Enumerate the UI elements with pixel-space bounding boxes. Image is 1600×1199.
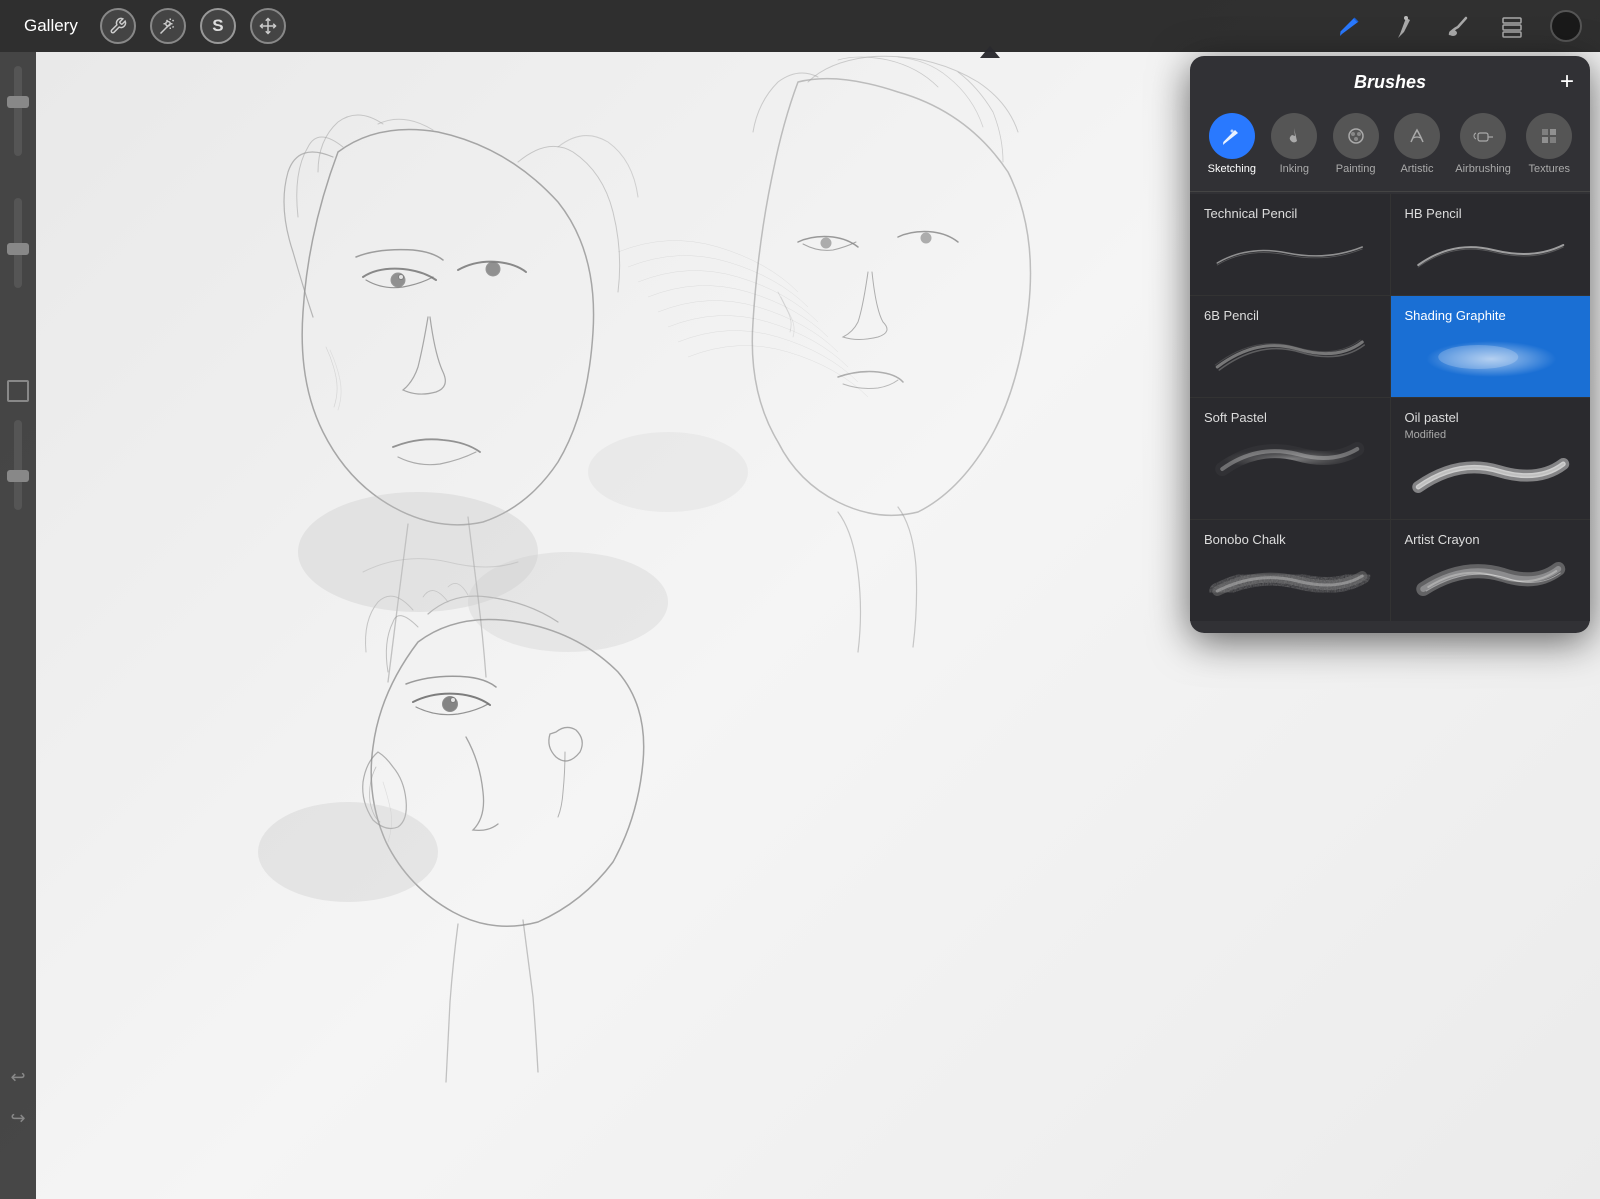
stylus-tool-button[interactable]: [1386, 8, 1422, 44]
pencil-tool-button[interactable]: [1332, 8, 1368, 44]
brush-grid: Technical Pencil HB Pencil 6B Pencil Sha…: [1190, 194, 1590, 621]
tab-inking[interactable]: Inking: [1265, 109, 1323, 179]
toolbar-right: [1332, 8, 1584, 44]
hb-pencil-stroke: [1405, 225, 1577, 280]
6b-pencil-stroke: [1204, 327, 1376, 382]
technical-pencil-stroke: [1204, 225, 1376, 280]
sketching-icon: [1209, 113, 1255, 159]
oil-pastel-stroke: [1405, 449, 1577, 504]
smudge-tool-button[interactable]: S: [200, 8, 236, 44]
tab-textures[interactable]: Textures: [1520, 109, 1578, 179]
textures-icon: [1526, 113, 1572, 159]
left-sidebar: ↩ ↪: [0, 52, 36, 1199]
soft-pastel-stroke: [1204, 429, 1376, 484]
brush-hb-pencil[interactable]: HB Pencil: [1391, 194, 1591, 295]
brush-shading-graphite[interactable]: Shading Graphite: [1391, 296, 1591, 397]
bonobo-chalk-stroke: [1204, 551, 1376, 606]
add-brush-button[interactable]: +: [1560, 70, 1574, 94]
brush-artist-crayon-name: Artist Crayon: [1405, 532, 1577, 547]
category-tabs: Sketching Inking Painting: [1190, 103, 1590, 192]
size-slider-thumb[interactable]: [7, 96, 29, 108]
brush-technical-pencil[interactable]: Technical Pencil: [1190, 194, 1390, 295]
tab-artistic[interactable]: Artistic: [1388, 109, 1446, 179]
transform-tool-button[interactable]: [250, 8, 286, 44]
artistic-label: Artistic: [1400, 163, 1433, 175]
magic-tool-button[interactable]: [150, 8, 186, 44]
undo-button[interactable]: ↩: [10, 1067, 25, 1088]
brush-6b-pencil[interactable]: 6B Pencil: [1190, 296, 1390, 397]
brush-artist-crayon[interactable]: Artist Crayon: [1391, 520, 1591, 621]
brush-6b-pencil-name: 6B Pencil: [1204, 308, 1376, 323]
tab-sketching[interactable]: Sketching: [1202, 109, 1262, 179]
brush-oil-pastel-subtitle: Modified: [1405, 429, 1577, 441]
airbrushing-label: Airbrushing: [1455, 163, 1511, 175]
opacity-slider-thumb[interactable]: [7, 243, 29, 255]
toolbar-left: Gallery S: [16, 8, 286, 44]
tab-airbrushing[interactable]: Airbrushing: [1449, 109, 1517, 179]
top-toolbar: Gallery S: [0, 0, 1600, 52]
shading-graphite-stroke: [1405, 327, 1577, 382]
color-swatch[interactable]: [7, 380, 29, 402]
gallery-button[interactable]: Gallery: [16, 12, 86, 40]
tab-painting[interactable]: Painting: [1327, 109, 1385, 179]
panel-title: Brushes: [1354, 72, 1426, 93]
brush-technical-pencil-name: Technical Pencil: [1204, 206, 1376, 221]
painting-icon: [1333, 113, 1379, 159]
textures-label: Textures: [1528, 163, 1570, 175]
secondary-slider-thumb[interactable]: [7, 470, 29, 482]
layers-button[interactable]: [1494, 8, 1530, 44]
brush-oil-pastel[interactable]: Oil pastel Modified: [1391, 398, 1591, 519]
brush-oil-pastel-name: Oil pastel: [1405, 410, 1577, 425]
size-slider-track[interactable]: [14, 66, 22, 156]
inking-icon: [1271, 113, 1317, 159]
panel-pointer: [980, 46, 1000, 58]
opacity-slider-track[interactable]: [14, 198, 22, 288]
brush-bonobo-chalk-name: Bonobo Chalk: [1204, 532, 1376, 547]
sketching-label: Sketching: [1208, 163, 1256, 175]
brush-soft-pastel[interactable]: Soft Pastel: [1190, 398, 1390, 519]
wrench-tool-button[interactable]: [100, 8, 136, 44]
color-picker-button[interactable]: [1548, 8, 1584, 44]
brush-soft-pastel-name: Soft Pastel: [1204, 410, 1376, 425]
secondary-slider[interactable]: [14, 420, 22, 510]
panel-header: Brushes +: [1190, 56, 1590, 103]
brush-shading-graphite-name: Shading Graphite: [1405, 308, 1577, 323]
artist-crayon-stroke: [1405, 551, 1577, 606]
redo-button[interactable]: ↪: [10, 1108, 25, 1129]
airbrushing-icon: [1460, 113, 1506, 159]
artistic-icon: [1394, 113, 1440, 159]
brush-hb-pencil-name: HB Pencil: [1405, 206, 1577, 221]
brushes-panel: Brushes + Sketching Inking: [1190, 56, 1590, 633]
inking-label: Inking: [1280, 163, 1309, 175]
brush-bonobo-chalk[interactable]: Bonobo Chalk: [1190, 520, 1390, 621]
brush-tool-button[interactable]: [1440, 8, 1476, 44]
painting-label: Painting: [1336, 163, 1376, 175]
